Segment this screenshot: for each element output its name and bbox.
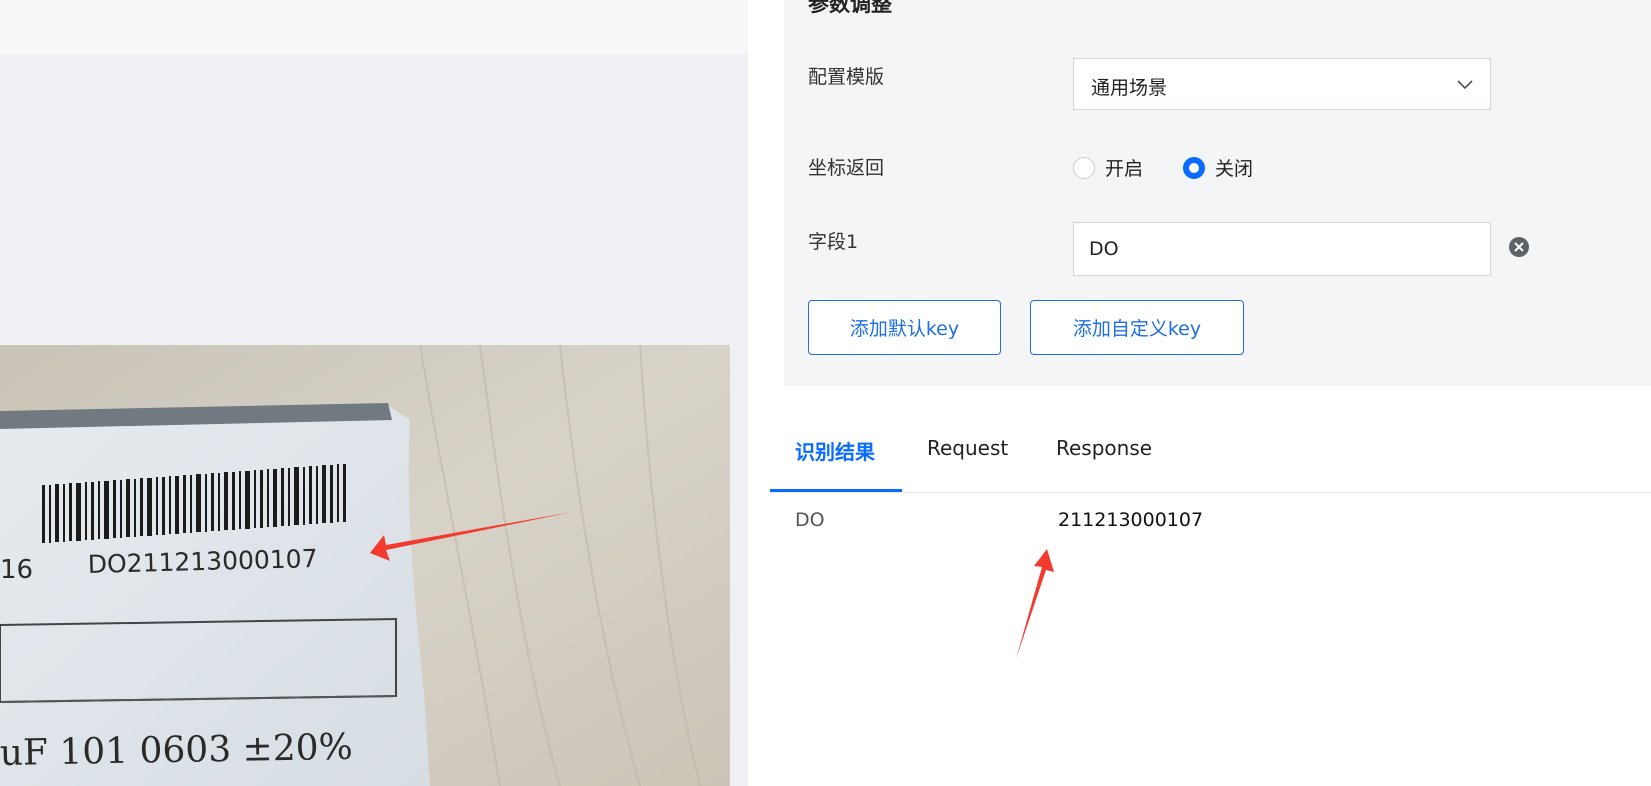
photo-barcode-text: DO211213000107: [87, 544, 317, 579]
template-select[interactable]: 通用场景: [1073, 58, 1491, 110]
params-panel: 参数调整 配置模版 通用场景 坐标返回 开启 关闭 字段1 添加默认key 添加…: [784, 0, 1651, 386]
result-value: 211213000107: [1058, 509, 1204, 531]
radio-off[interactable]: 关闭: [1183, 154, 1253, 181]
left-top-bar: [0, 0, 748, 54]
tab-request[interactable]: Request: [927, 436, 1008, 460]
radio-circle-off: [1183, 156, 1205, 179]
template-select-value: 通用场景: [1091, 77, 1168, 99]
clear-icon[interactable]: [1508, 236, 1530, 258]
uploaded-photo: 16 DO211213000107 uF 101 0603 ±20%: [0, 345, 730, 786]
radio-on[interactable]: 开启: [1073, 154, 1143, 181]
photo-bottom-text: uF 101 0603 ±20%: [0, 727, 353, 774]
radio-on-label: 开启: [1105, 158, 1144, 180]
radio-circle-on: [1073, 156, 1095, 179]
photo-label-left: 16: [0, 555, 33, 585]
tab-result[interactable]: 识别结果: [795, 436, 875, 465]
field1-label: 字段1: [808, 231, 859, 253]
tab-response[interactable]: Response: [1056, 436, 1152, 460]
template-label: 配置模版: [808, 66, 885, 88]
coord-label: 坐标返回: [808, 157, 885, 179]
panel-title: 参数调整: [808, 0, 892, 16]
radio-off-label: 关闭: [1215, 158, 1254, 180]
result-tabs: 识别结果 Request Response: [770, 410, 1651, 493]
chevron-down-icon: [1456, 75, 1474, 97]
tab-active-indicator: [770, 489, 902, 492]
field1-input[interactable]: [1073, 222, 1491, 276]
add-custom-key-button[interactable]: 添加自定义key: [1030, 300, 1244, 355]
result-key: DO: [795, 509, 825, 531]
add-default-key-button[interactable]: 添加默认key: [808, 300, 1001, 355]
